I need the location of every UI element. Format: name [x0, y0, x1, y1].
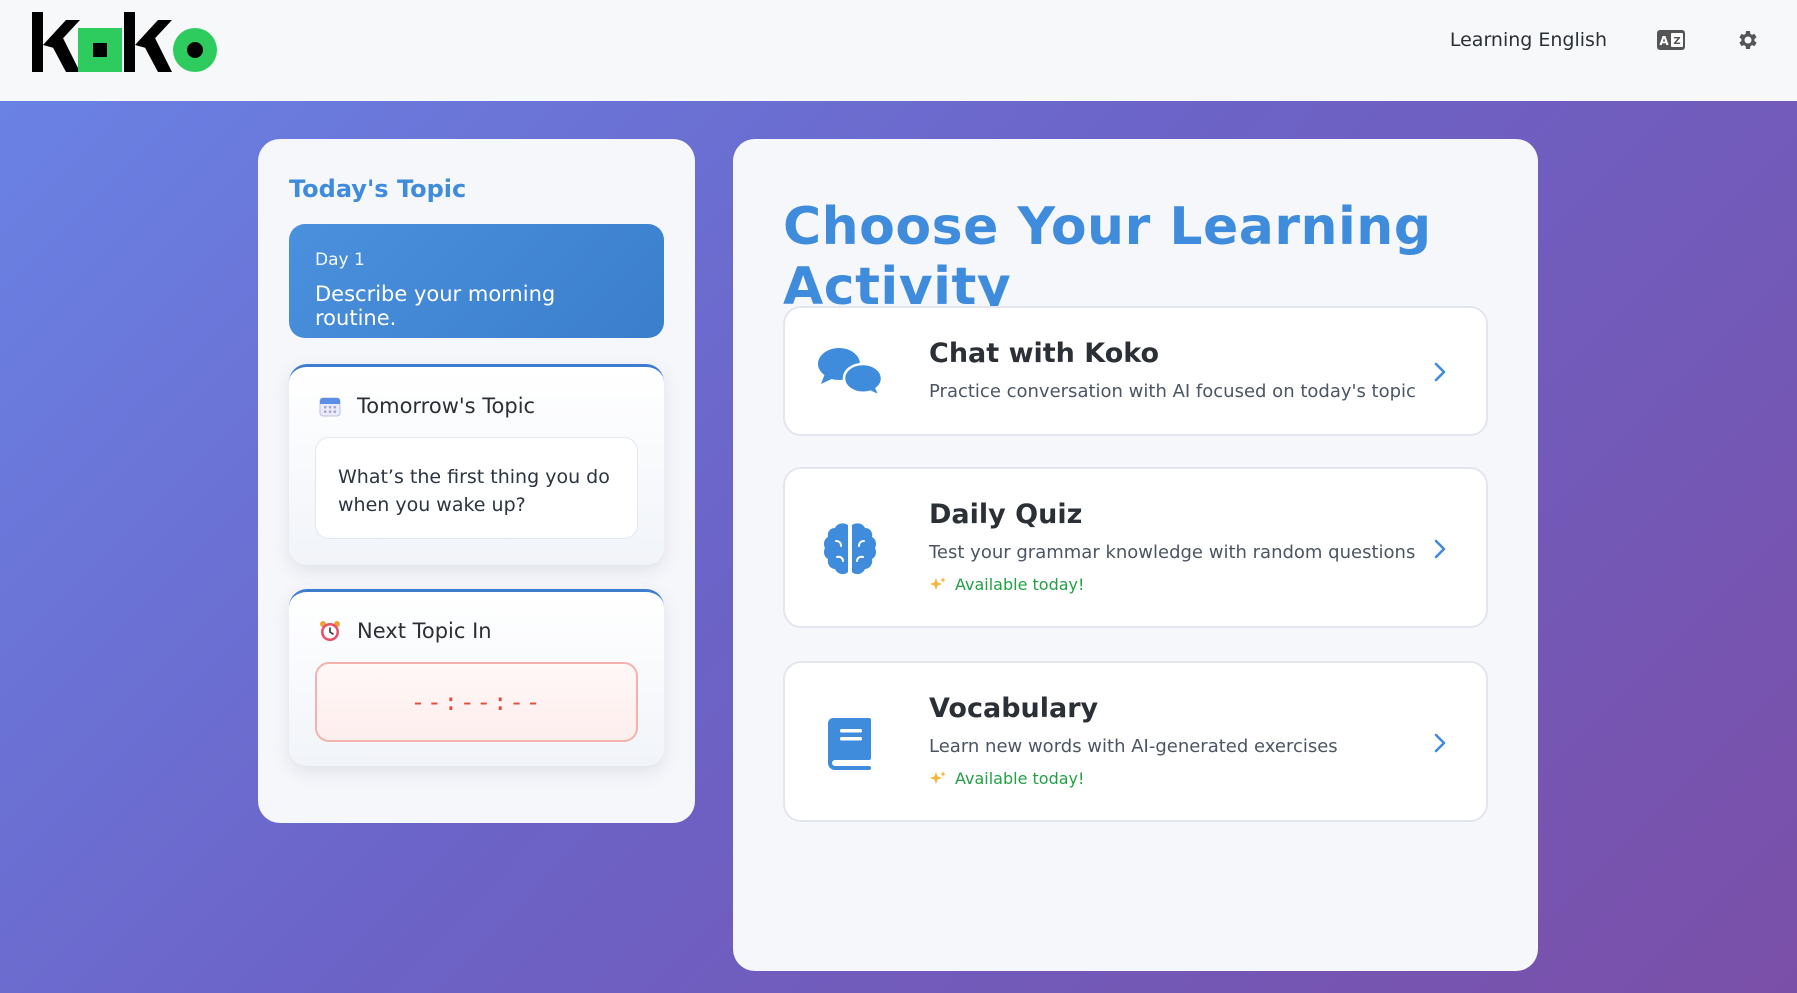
tomorrows-topic-question: What’s the first thing you do when you w… [315, 437, 638, 539]
daily-quiz-availability: Available today! [929, 575, 1415, 594]
chat-with-koko-title: Chat with Koko [929, 338, 1160, 369]
vocabulary-availability-text: Available today! [955, 769, 1085, 788]
language-icon[interactable]: A Z [1653, 22, 1689, 58]
daily-quiz-card[interactable]: Daily Quiz Test your grammar knowledge w… [783, 467, 1488, 628]
sparkles-icon [929, 770, 947, 788]
vocabulary-description: Learn new words with AI-generated exerci… [929, 736, 1338, 757]
koko-logo[interactable] [32, 12, 224, 72]
chat-with-koko-card[interactable]: Chat with Koko Practice conversation wit… [783, 306, 1488, 436]
chevron-right-icon [1430, 729, 1450, 757]
tomorrows-topic-title: Tomorrow's Topic [357, 394, 536, 418]
brain-icon [815, 514, 885, 584]
svg-text:A: A [1659, 34, 1669, 48]
daily-quiz-title: Daily Quiz [929, 499, 1083, 530]
vocabulary-availability: Available today! [929, 769, 1338, 788]
top-header: Learning English A Z [0, 0, 1797, 101]
chevron-right-icon [1430, 358, 1450, 386]
chat-bubbles-icon [815, 338, 885, 408]
todays-topic-text: Describe your morning routine. [315, 282, 556, 330]
tomorrows-topic-card: Tomorrow's Topic What’s the first thing … [289, 364, 664, 565]
topic-sidebar: Today's Topic Day 1 Describe your mornin… [258, 139, 695, 823]
topic-day-label: Day 1 [315, 250, 365, 270]
learning-language-label[interactable]: Learning English [1450, 29, 1607, 51]
vocabulary-card[interactable]: Vocabulary Learn new words with AI-gener… [783, 661, 1488, 822]
sparkles-icon [929, 576, 947, 594]
chevron-right-icon [1430, 535, 1450, 563]
countdown-timer: --:--:-- [315, 662, 638, 742]
todays-topic-card[interactable]: Day 1 Describe your morning routine. [289, 224, 664, 338]
svg-text:Z: Z [1673, 36, 1680, 47]
todays-topic-heading: Today's Topic [289, 175, 467, 203]
alarm-clock-icon [317, 618, 343, 644]
chat-with-koko-description: Practice conversation with AI focused on… [929, 381, 1416, 402]
book-icon [815, 708, 885, 778]
header-actions: Learning English A Z [1450, 22, 1765, 58]
vocabulary-title: Vocabulary [929, 693, 1099, 724]
activity-panel: Choose Your Learning Activity Chat with … [733, 139, 1538, 971]
calendar-icon [317, 393, 343, 419]
next-topic-card: Next Topic In --:--:-- [289, 589, 664, 766]
gear-icon[interactable] [1729, 22, 1765, 58]
next-topic-title: Next Topic In [357, 619, 492, 643]
daily-quiz-availability-text: Available today! [955, 575, 1085, 594]
activity-heading: Choose Your Learning Activity [783, 197, 1432, 317]
daily-quiz-description: Test your grammar knowledge with random … [929, 542, 1416, 563]
